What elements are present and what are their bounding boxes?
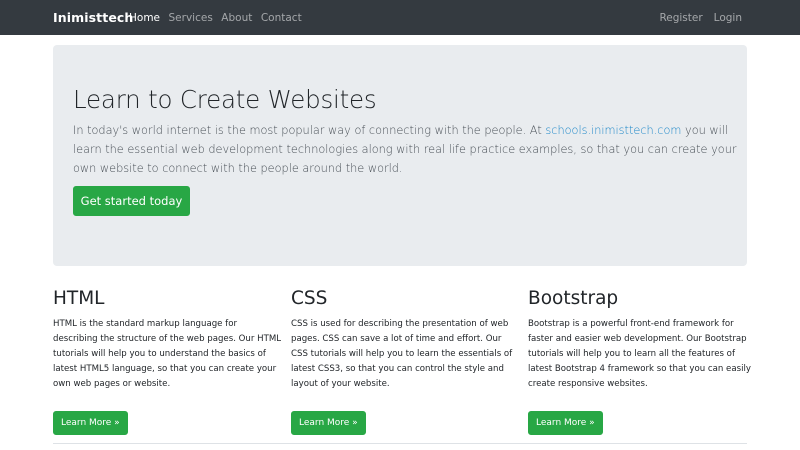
- feature-column-css: CSS CSS is used for describing the prese…: [291, 287, 521, 435]
- learn-more-css-button[interactable]: Learn More »: [291, 411, 366, 435]
- get-started-button[interactable]: Get started today: [73, 186, 190, 216]
- hero-lead-link[interactable]: schools.inimisttech.com: [545, 124, 681, 137]
- hero-lead-before: In today's world internet is the most po…: [73, 124, 546, 137]
- brand-logo-link[interactable]: Inimisttech: [53, 0, 133, 35]
- section-divider: [53, 443, 747, 444]
- feature-column-bootstrap: Bootstrap Bootstrap is a powerful front-…: [528, 287, 758, 435]
- nav-links-right: Register Login: [648, 0, 742, 35]
- nav-links-left: Home Services About Contact: [129, 0, 310, 35]
- hero-title: Learn to Create Websites: [73, 85, 377, 114]
- nav-link-contact[interactable]: Contact: [261, 12, 302, 24]
- hero-jumbotron: Learn to Create Websites In today's worl…: [53, 45, 747, 266]
- nav-link-home[interactable]: Home: [129, 12, 160, 24]
- feature-column-html: HTML HTML is the standard markup languag…: [53, 287, 283, 435]
- top-navbar: Inimisttech Home Services About Contact …: [0, 0, 800, 35]
- feature-heading-html: HTML: [53, 288, 105, 309]
- feature-heading-bootstrap: Bootstrap: [528, 288, 619, 309]
- feature-text-html: HTML is the standard markup language for…: [53, 319, 282, 389]
- nav-link-register[interactable]: Register: [659, 12, 702, 24]
- nav-link-about[interactable]: About: [221, 12, 252, 24]
- feature-heading-css: CSS: [291, 288, 328, 309]
- feature-text-bootstrap: Bootstrap is a powerful front-end framew…: [528, 319, 751, 389]
- hero-lead-text: In today's world internet is the most po…: [73, 121, 738, 178]
- learn-more-html-button[interactable]: Learn More »: [53, 411, 128, 435]
- nav-link-services[interactable]: Services: [169, 12, 213, 24]
- feature-text-css: CSS is used for describing the presentat…: [291, 319, 513, 389]
- nav-link-login[interactable]: Login: [714, 12, 742, 24]
- learn-more-bootstrap-button[interactable]: Learn More »: [528, 411, 603, 435]
